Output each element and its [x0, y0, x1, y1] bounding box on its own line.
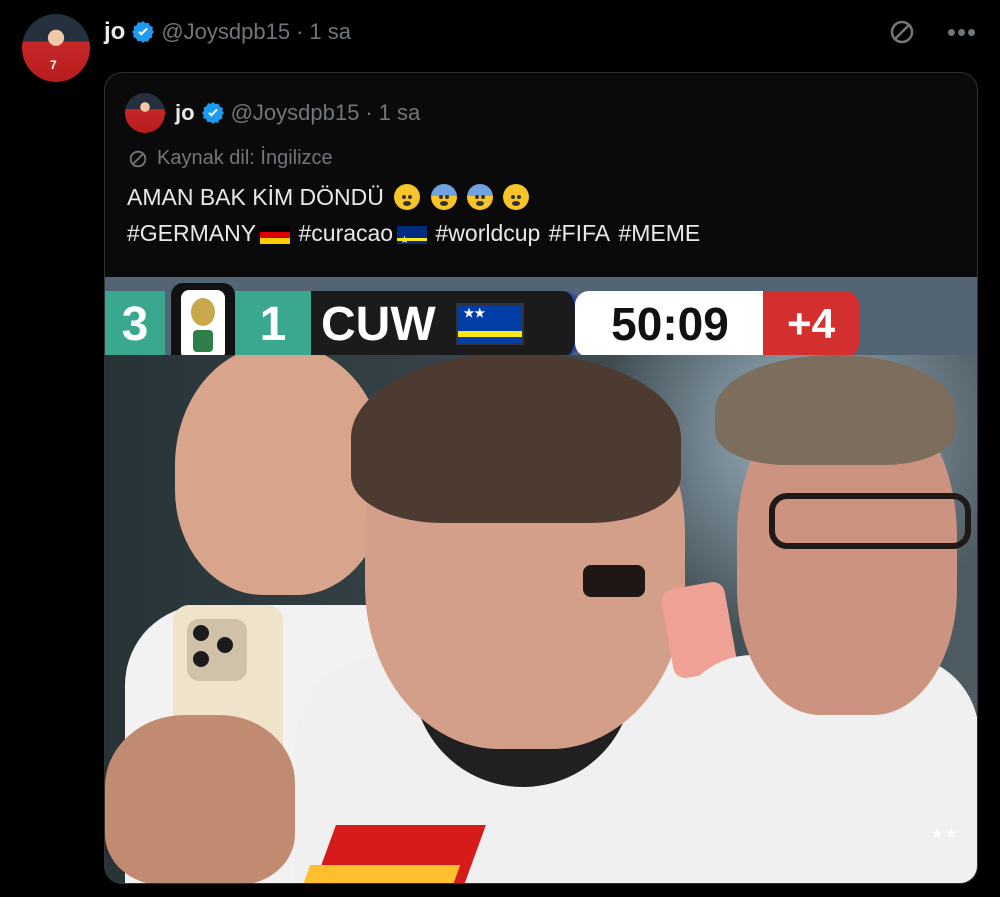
away-team: CUW — [311, 291, 581, 357]
separator-dot: · — [365, 100, 373, 125]
quoted-tweet-header: jo @Joysdpb15 · 1 sa — [125, 93, 421, 133]
top-actions: ••• — [886, 16, 978, 48]
away-score: 1 — [235, 291, 311, 357]
quoted-tweet-card[interactable]: jo @Joysdpb15 · 1 sa Kaynak dil: İngiliz… — [104, 72, 978, 884]
hand — [105, 715, 295, 883]
hashtag-germany[interactable]: #GERMANY — [127, 220, 256, 246]
mustache — [583, 565, 645, 597]
separator-dot: · — [296, 19, 304, 44]
fearful-face-emoji-icon — [430, 184, 457, 210]
author-name[interactable]: jo — [104, 18, 125, 46]
crying-face-emoji-icon — [503, 184, 530, 210]
tweet-line-1-text: AMAN BAK KİM DÖNDÜ — [127, 184, 384, 210]
fearful-face-emoji-icon — [467, 184, 494, 210]
germany-flag-icon — [260, 226, 291, 244]
hashtag-worldcup[interactable]: #worldcup — [436, 220, 541, 246]
tweet-header: jo @Joysdpb15 · 1 sa — [104, 16, 351, 48]
verified-icon — [201, 102, 224, 124]
hashtag-meme[interactable]: #MEME — [618, 220, 700, 246]
translate-off-icon[interactable] — [886, 16, 918, 48]
scoreboard: 3 1 CUW 50:09 +4 — [105, 283, 865, 367]
tweet-time[interactable]: 1 sa — [309, 19, 351, 45]
hashtag-fifa[interactable]: #FIFA — [549, 220, 610, 246]
center-fan-hair — [351, 355, 681, 523]
glasses-icon — [769, 493, 971, 549]
right-fan-hair — [715, 355, 955, 465]
source-language-label: Kaynak dil: İngilizce — [157, 147, 333, 169]
away-team-code: CUW — [321, 297, 436, 351]
quoted-tweet-text: AMAN BAK KİM DÖNDÜ #GERMANY #curacao #wo… — [127, 179, 947, 259]
tweet-media-image[interactable]: 3 1 CUW 50:09 +4 — [105, 277, 977, 883]
hashtag-curacao[interactable]: #curacao — [298, 220, 393, 246]
mind-blown-emoji-icon — [394, 184, 421, 210]
source-language-row: Kaynak dil: İngilizce — [127, 147, 333, 170]
added-time: +4 — [763, 291, 859, 357]
shirt-stripe-gold — [295, 865, 461, 883]
tweet[interactable]: 7 jo @Joysdpb15 · 1 sa ••• jo @Joysdpb15… — [0, 0, 1000, 897]
quoted-author-name[interactable]: jo — [175, 100, 195, 126]
author-avatar[interactable]: 7 — [22, 14, 90, 82]
translate-off-icon — [129, 150, 147, 167]
tweet-line-1: AMAN BAK KİM DÖNDÜ — [127, 179, 947, 215]
quoted-author-handle[interactable]: @Joysdpb15 — [231, 100, 360, 126]
stars-icon: ★★ — [931, 825, 961, 841]
home-score: 3 — [105, 291, 165, 357]
more-icon[interactable]: ••• — [946, 16, 978, 48]
tweet-line-2: #GERMANY #curacao #worldcup #FIFA #MEME — [127, 215, 947, 259]
curacao-flag-icon — [455, 303, 524, 345]
author-handle[interactable]: @Joysdpb15 — [161, 19, 290, 45]
match-clock: 50:09 — [575, 291, 765, 357]
verified-icon — [132, 21, 155, 43]
meme-photo: ★★ — [105, 355, 977, 883]
curacao-flag-icon — [397, 223, 428, 259]
quoted-author-avatar[interactable] — [125, 93, 165, 133]
quoted-tweet-time[interactable]: 1 sa — [379, 100, 421, 126]
